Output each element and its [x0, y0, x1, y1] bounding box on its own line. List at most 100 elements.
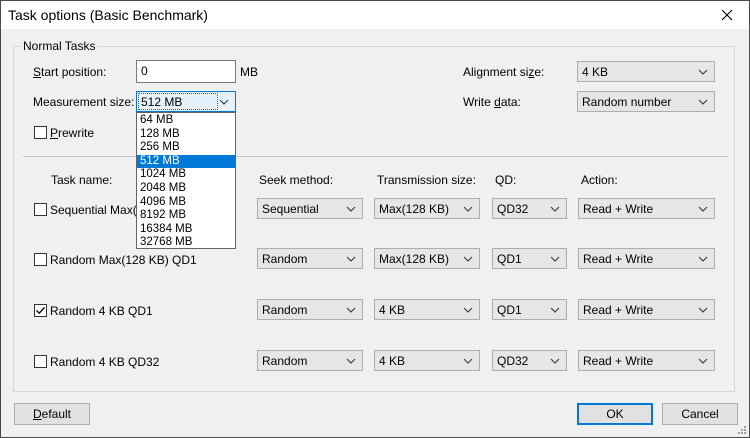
task-1-action-value: Read + Write — [583, 202, 654, 216]
task-4-seek-value: Random — [262, 354, 308, 368]
task-1-checkbox[interactable] — [34, 203, 47, 216]
task-3-qd-value: QD1 — [497, 303, 522, 317]
col-seek-method: Seek method: — [259, 173, 334, 187]
cancel-button[interactable]: Cancel — [662, 403, 738, 425]
close-button[interactable] — [705, 1, 749, 29]
task-2-action-select[interactable]: Read + Write — [578, 248, 715, 269]
resize-grip-icon[interactable] — [737, 425, 747, 435]
task-1-size-value: Max(128 KB) — [379, 202, 450, 216]
task-2-seek-select[interactable]: Random — [257, 248, 363, 269]
task-3-size-select[interactable]: 4 KB — [374, 299, 480, 320]
task-4-checkbox[interactable] — [34, 355, 47, 368]
task-1-qd-select[interactable]: QD32 — [492, 198, 567, 219]
task-1-size-select[interactable]: Max(128 KB) — [374, 198, 480, 219]
chevron-down-icon — [463, 206, 473, 212]
task-3-checkbox[interactable] — [34, 304, 47, 317]
dropdown-option[interactable]: 8192 MB — [137, 209, 235, 223]
chevron-down-icon — [463, 358, 473, 364]
chevron-down-icon — [346, 358, 356, 364]
task-3-seek-value: Random — [262, 303, 308, 317]
separator — [23, 156, 728, 157]
task-3-action-select[interactable]: Read + Write — [578, 299, 715, 320]
task-2-size-value: Max(128 KB) — [379, 252, 450, 266]
chevron-down-icon — [550, 206, 560, 212]
task-4-action-select[interactable]: Read + Write — [578, 350, 715, 371]
task-2-action-value: Read + Write — [583, 252, 654, 266]
task-2-qd-value: QD1 — [497, 252, 522, 266]
task-1-qd-value: QD32 — [497, 202, 529, 216]
default-button[interactable]: Default — [14, 403, 90, 425]
chevron-down-icon — [346, 307, 356, 313]
col-transmission-size: Transmission size: — [377, 173, 476, 187]
prewrite-label: Prewrite — [50, 126, 95, 140]
task-2-qd-select[interactable]: QD1 — [492, 248, 567, 269]
chevron-down-icon — [698, 256, 708, 262]
chevron-down-icon — [698, 69, 708, 75]
dropdown-option-selected[interactable]: 512 MB — [137, 154, 235, 169]
dropdown-option[interactable]: 1024 MB — [137, 168, 235, 182]
task-2-size-select[interactable]: Max(128 KB) — [374, 248, 480, 269]
chevron-down-icon — [698, 358, 708, 364]
dropdown-option[interactable]: 128 MB — [137, 128, 235, 142]
measurement-size-dropdown-list: 64 MB 128 MB 256 MB 512 MB 1024 MB 2048 … — [136, 112, 236, 249]
chevron-down-icon — [698, 206, 708, 212]
task-3-action-value: Read + Write — [583, 303, 654, 317]
dialog-window: Task options (Basic Benchmark) Normal Ta… — [0, 0, 750, 438]
task-1-seek-value: Sequential — [262, 202, 319, 216]
task-4-size-value: 4 KB — [379, 354, 406, 368]
chevron-down-icon — [346, 206, 356, 212]
checkmark-icon — [36, 307, 45, 315]
title-bar: Task options (Basic Benchmark) — [1, 1, 749, 29]
alignment-size-value: 4 KB — [582, 65, 609, 79]
start-position-label: Start position: — [33, 65, 107, 79]
task-4-action-value: Read + Write — [583, 354, 654, 368]
chevron-down-icon — [346, 256, 356, 262]
chevron-down-icon — [698, 307, 708, 313]
chevron-down-icon — [698, 99, 708, 105]
window-title: Task options (Basic Benchmark) — [8, 7, 208, 23]
alignment-size-label: Alignment size: — [463, 65, 545, 79]
prewrite-checkbox[interactable] — [34, 126, 47, 139]
task-4-seek-select[interactable]: Random — [257, 350, 363, 371]
task-2-name: Random Max(128 KB) QD1 — [50, 253, 197, 267]
task-1-action-select[interactable]: Read + Write — [578, 198, 715, 219]
task-3-qd-select[interactable]: QD1 — [492, 299, 567, 320]
close-icon — [721, 9, 733, 21]
alignment-size-select[interactable]: 4 KB — [577, 61, 715, 82]
task-3-name: Random 4 KB QD1 — [50, 304, 153, 318]
chevron-down-icon — [550, 307, 560, 313]
chevron-down-icon — [463, 256, 473, 262]
ok-button[interactable]: OK — [577, 403, 653, 425]
write-data-value: Random number — [582, 95, 672, 109]
task-1-seek-select[interactable]: Sequential — [257, 198, 363, 219]
task-2-checkbox[interactable] — [34, 253, 47, 266]
start-position-unit: MB — [240, 65, 258, 79]
col-action: Action: — [581, 173, 618, 187]
measurement-size-select[interactable]: 512 MB — [136, 91, 236, 112]
task-3-size-value: 4 KB — [379, 303, 406, 317]
task-4-size-select[interactable]: 4 KB — [374, 350, 480, 371]
start-position-input[interactable]: 0 — [136, 60, 236, 83]
task-4-qd-value: QD32 — [497, 354, 529, 368]
write-data-label: Write data: — [463, 95, 521, 109]
dropdown-option[interactable]: 16384 MB — [137, 223, 235, 237]
task-3-seek-select[interactable]: Random — [257, 299, 363, 320]
chevron-down-icon — [550, 358, 560, 364]
chevron-down-icon — [463, 307, 473, 313]
chevron-down-icon — [550, 256, 560, 262]
task-1-name: Sequential Max(1 — [50, 203, 144, 217]
write-data-select[interactable]: Random number — [577, 91, 715, 112]
dropdown-option[interactable]: 256 MB — [137, 141, 235, 155]
dropdown-option[interactable]: 32768 MB — [137, 236, 235, 250]
focus-highlight — [138, 93, 218, 110]
chevron-down-icon — [219, 99, 229, 105]
dropdown-option[interactable]: 2048 MB — [137, 182, 235, 196]
task-4-name: Random 4 KB QD32 — [50, 355, 160, 369]
dropdown-option[interactable]: 4096 MB — [137, 196, 235, 210]
dropdown-option[interactable]: 64 MB — [137, 114, 235, 128]
task-4-qd-select[interactable]: QD32 — [492, 350, 567, 371]
col-qd: QD: — [495, 173, 517, 187]
task-2-seek-value: Random — [262, 252, 308, 266]
group-legend: Normal Tasks — [21, 39, 98, 53]
col-task-name: Task name: — [51, 173, 113, 187]
